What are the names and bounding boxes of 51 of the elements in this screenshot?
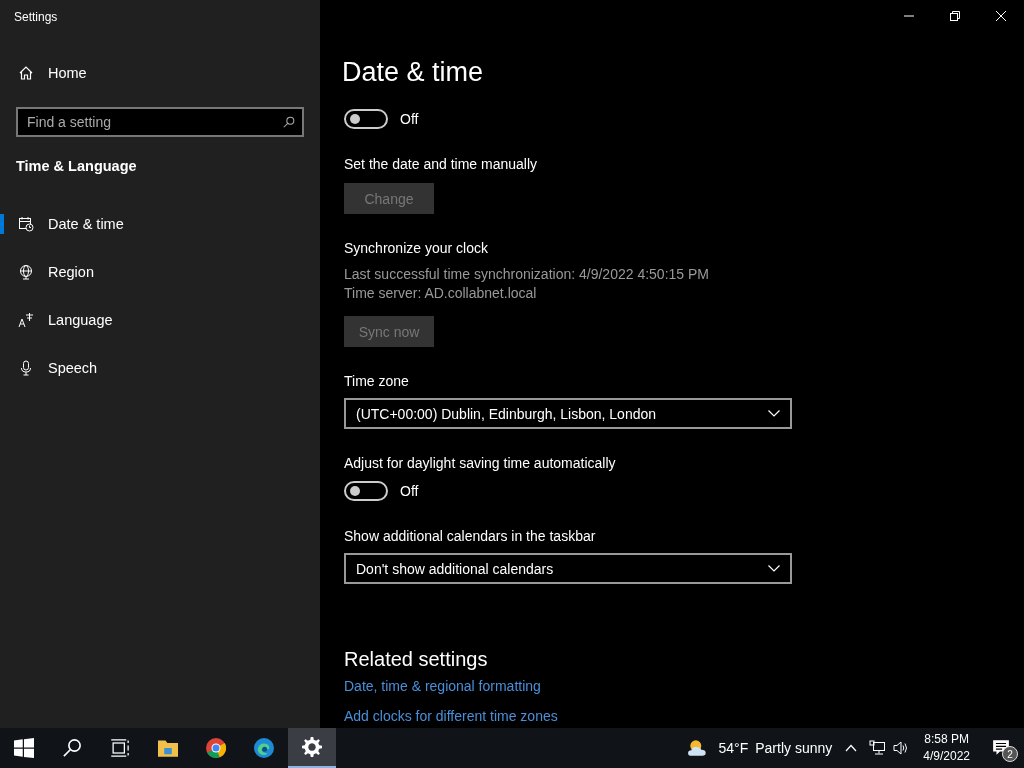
weather-icon xyxy=(686,739,709,757)
weather-temperature: 54°F xyxy=(718,740,749,756)
setting-label: Set the date and time manually xyxy=(344,155,537,174)
folder-icon xyxy=(158,738,178,758)
search-icon xyxy=(282,115,296,129)
search-field[interactable]: Find a setting xyxy=(16,107,304,137)
task-view-icon xyxy=(110,738,130,758)
setting-label: Adjust for daylight saving time automatically xyxy=(344,454,616,473)
home-icon xyxy=(18,65,34,81)
gear-icon xyxy=(302,737,322,757)
browser-icon xyxy=(254,738,274,758)
setting-label: Show additional calendars in the taskbar xyxy=(344,527,596,546)
info-text: Last successful time synchronization: 4/9/2022 4:50:15 PM xyxy=(344,265,709,284)
page-title: Date & time xyxy=(342,56,484,88)
notification-count: 2 xyxy=(1002,746,1018,762)
setting-label: Time zone xyxy=(344,372,409,391)
globe-icon xyxy=(18,264,34,280)
windows-logo-icon xyxy=(14,738,34,758)
toggle-switch[interactable] xyxy=(344,109,388,129)
toggle-switch[interactable] xyxy=(344,481,388,501)
calendar-icon xyxy=(18,216,34,232)
toggle-state: Off xyxy=(400,111,419,127)
search-icon xyxy=(62,738,82,758)
clock-date: 4/9/2022 xyxy=(923,748,970,765)
weather-condition: Partly sunny xyxy=(755,740,833,756)
section-heading: Related settings xyxy=(344,647,488,672)
chevron-up-icon[interactable] xyxy=(845,744,858,752)
chevron-icon xyxy=(768,565,780,572)
network-icon[interactable] xyxy=(869,740,886,756)
microphone-icon xyxy=(18,360,34,376)
language-icon xyxy=(18,312,34,328)
nav-item[interactable]: Date & time xyxy=(0,200,320,248)
speaker-icon[interactable] xyxy=(893,740,910,756)
clock-time: 8:58 PM xyxy=(924,731,969,748)
section-heading: Time & Language xyxy=(15,157,138,176)
dropdown[interactable]: Don't show additional calendars xyxy=(344,553,792,584)
toggle-state: Off xyxy=(400,483,419,499)
browser-icon xyxy=(206,738,226,758)
setting-label: Synchronize your clock xyxy=(344,239,488,258)
taskbar-button[interactable] xyxy=(288,728,336,768)
chevron-icon xyxy=(768,410,780,417)
info-text: Time server: AD.collabnet.local xyxy=(344,284,537,303)
window-title: Settings xyxy=(13,9,59,26)
settings-link[interactable]: Date, time & regional formatting xyxy=(344,678,541,694)
nav-item[interactable]: Region xyxy=(0,248,320,296)
dropdown[interactable]: (UTC+00:00) Dublin, Edinburgh, Lisbon, London xyxy=(344,398,792,429)
home-link[interactable]: Home xyxy=(0,49,320,97)
nav-item[interactable]: Speech xyxy=(0,344,320,392)
nav-item[interactable]: Language xyxy=(0,296,320,344)
settings-link[interactable]: Add clocks for different time zones xyxy=(344,708,558,724)
clock[interactable]: 8:58 PM 4/9/2022 xyxy=(923,731,970,765)
